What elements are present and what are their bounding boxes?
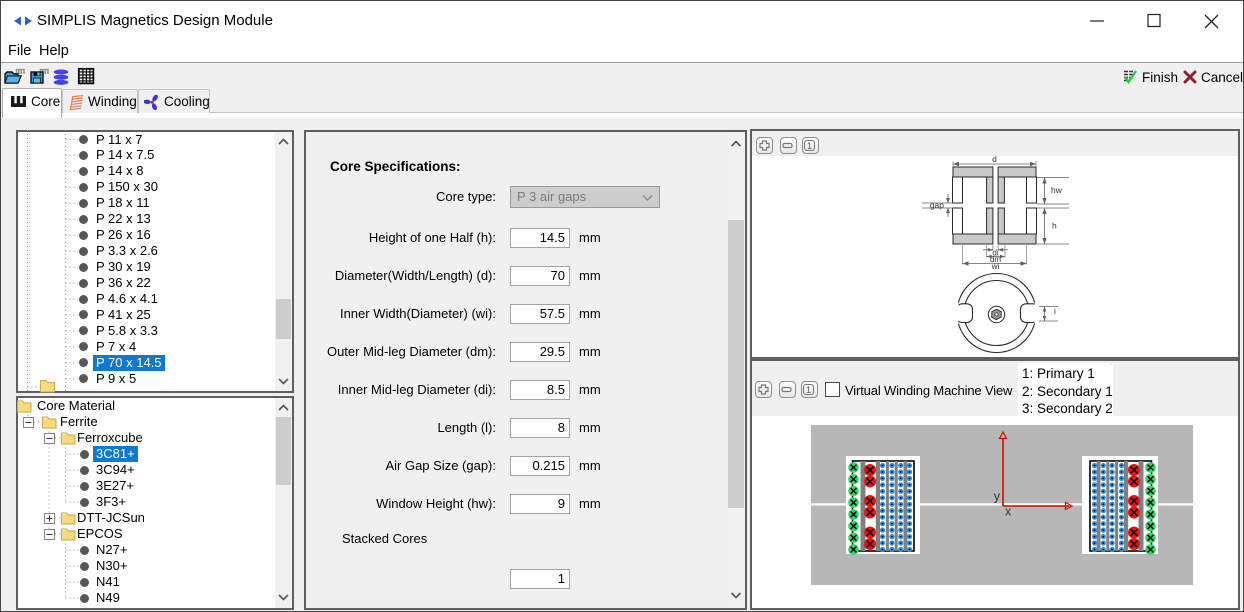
- svg-text:gap: gap: [930, 200, 944, 210]
- svg-text:wi: wi: [991, 262, 1000, 271]
- svg-text:1: 1: [806, 385, 811, 395]
- svg-text:y: y: [994, 490, 1001, 504]
- svg-text:1: 1: [807, 141, 812, 151]
- svg-text:i: i: [1054, 306, 1056, 316]
- svg-text:h: h: [1052, 221, 1057, 231]
- svg-text:d: d: [992, 156, 997, 164]
- svg-text:x: x: [1005, 505, 1012, 519]
- svg-text:hw: hw: [1051, 185, 1063, 195]
